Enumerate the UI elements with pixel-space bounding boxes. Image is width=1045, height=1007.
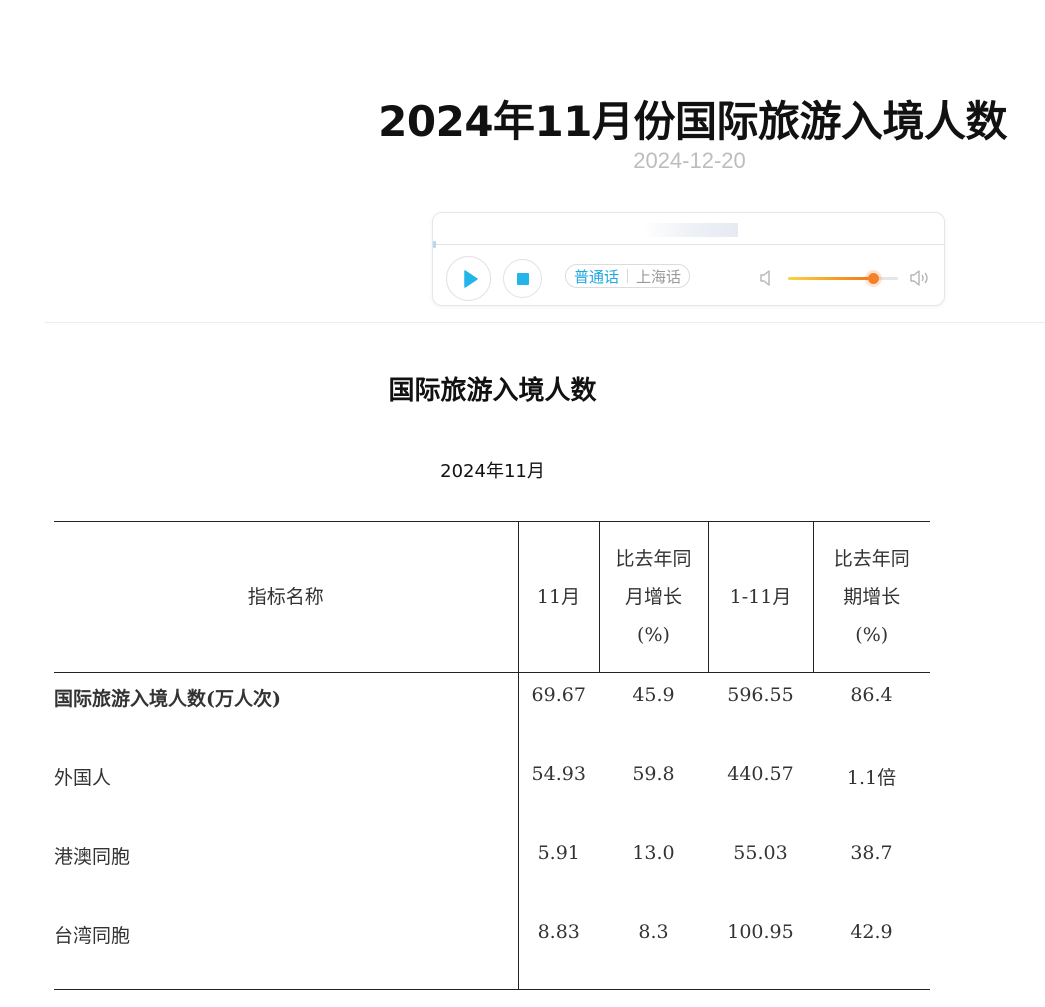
volume-high-icon[interactable] [909, 268, 933, 288]
playback-progress-bar[interactable] [433, 244, 944, 245]
dialect-option-shanghainese[interactable]: 上海话 [636, 266, 681, 287]
table-row: 国际旅游入境人数(万人次) 69.67 45.9 596.55 86.4 [54, 672, 930, 752]
row-ytd-yoy: 86.4 [850, 684, 893, 706]
header-ytd: 1-11月 [708, 521, 814, 673]
table-title: 国际旅游入境人数 [388, 376, 597, 406]
row-month: 8.83 [518, 909, 599, 990]
row-month-yoy: 13.0 [632, 841, 675, 864]
table-header-row: 指标名称 11月 比去年同 月增长 (%) 1-11月 比去年同 期增长 (%) [54, 521, 930, 673]
row-name: 外国人 [54, 751, 519, 831]
audio-player: 普通话 上海话 [432, 212, 945, 306]
row-ytd-yoy: 1.1倍 [846, 766, 897, 789]
row-month: 5.91 [537, 841, 580, 864]
stop-icon [517, 273, 529, 285]
statistics-table: 指标名称 11月 比去年同 月增长 (%) 1-11月 比去年同 期增长 (%)… [54, 521, 930, 990]
table-row: 台湾同胞 8.83 8.3 100.95 42.9 [54, 909, 930, 990]
header-month: 11月 [518, 521, 600, 673]
page-title: 2024年11月份国际旅游入境人数 [378, 97, 1007, 147]
row-ytd: 100.95 [708, 909, 813, 990]
volume-low-icon[interactable] [759, 268, 775, 288]
player-status-bar [643, 223, 738, 237]
row-name: 港澳同胞 [54, 830, 519, 910]
stop-button[interactable] [503, 259, 542, 298]
publish-date: 2024-12-20 [633, 148, 746, 173]
row-name: 台湾同胞 [54, 909, 519, 990]
row-ytd: 440.57 [727, 762, 794, 785]
playback-progress-handle[interactable] [433, 241, 436, 248]
dialect-option-mandarin[interactable]: 普通话 [574, 266, 619, 287]
table-period: 2024年11月 [440, 461, 545, 482]
row-month-yoy: 8.3 [599, 909, 708, 990]
header-divider [45, 322, 1045, 323]
volume-slider-knob[interactable] [867, 273, 879, 284]
row-ytd-yoy: 38.7 [850, 841, 893, 864]
row-month: 69.67 [531, 684, 586, 706]
row-month: 54.93 [531, 762, 586, 785]
header-ytd-yoy: 比去年同 期增长 (%) [813, 521, 930, 673]
table-row: 港澳同胞 5.91 13.0 55.03 38.7 [54, 830, 930, 910]
volume-slider[interactable] [788, 273, 898, 284]
header-indicator-name: 指标名称 [54, 521, 519, 673]
row-month-yoy: 59.8 [632, 762, 675, 785]
row-ytd: 55.03 [733, 841, 788, 864]
dialect-separator [627, 269, 629, 283]
play-icon [464, 270, 478, 288]
row-ytd-yoy: 42.9 [813, 909, 930, 990]
play-button[interactable] [446, 256, 491, 301]
volume-slider-fill [788, 277, 873, 280]
row-name: 国际旅游入境人数(万人次) [54, 672, 519, 752]
row-ytd: 596.55 [727, 684, 794, 706]
dialect-toggle: 普通话 上海话 [565, 264, 691, 288]
table-row: 外国人 54.93 59.8 440.57 1.1倍 [54, 751, 930, 831]
row-month-yoy: 45.9 [632, 684, 675, 706]
header-month-yoy: 比去年同 月增长 (%) [599, 521, 709, 673]
